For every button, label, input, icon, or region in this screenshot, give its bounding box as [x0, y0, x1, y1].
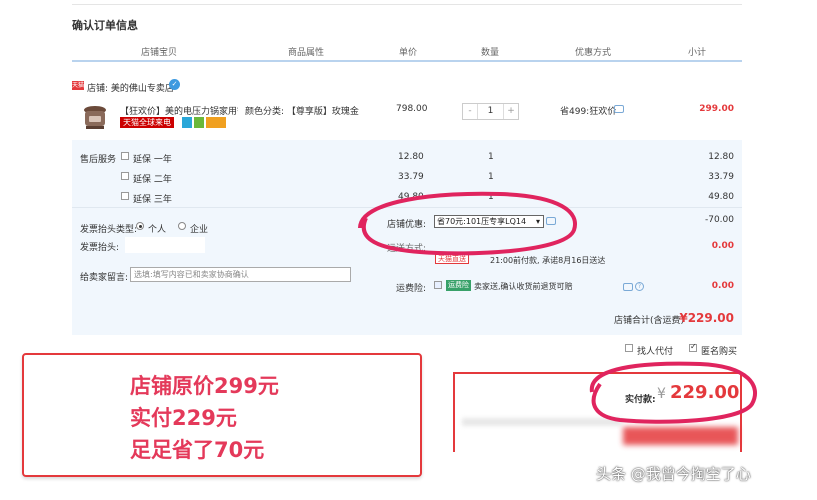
highlight-circles: [358, 191, 758, 424]
watermark: 头条 @我曾今掏空了心: [596, 465, 751, 483]
discount-highlight-circle: [358, 191, 577, 256]
payment-highlight-circle: [589, 361, 758, 424]
